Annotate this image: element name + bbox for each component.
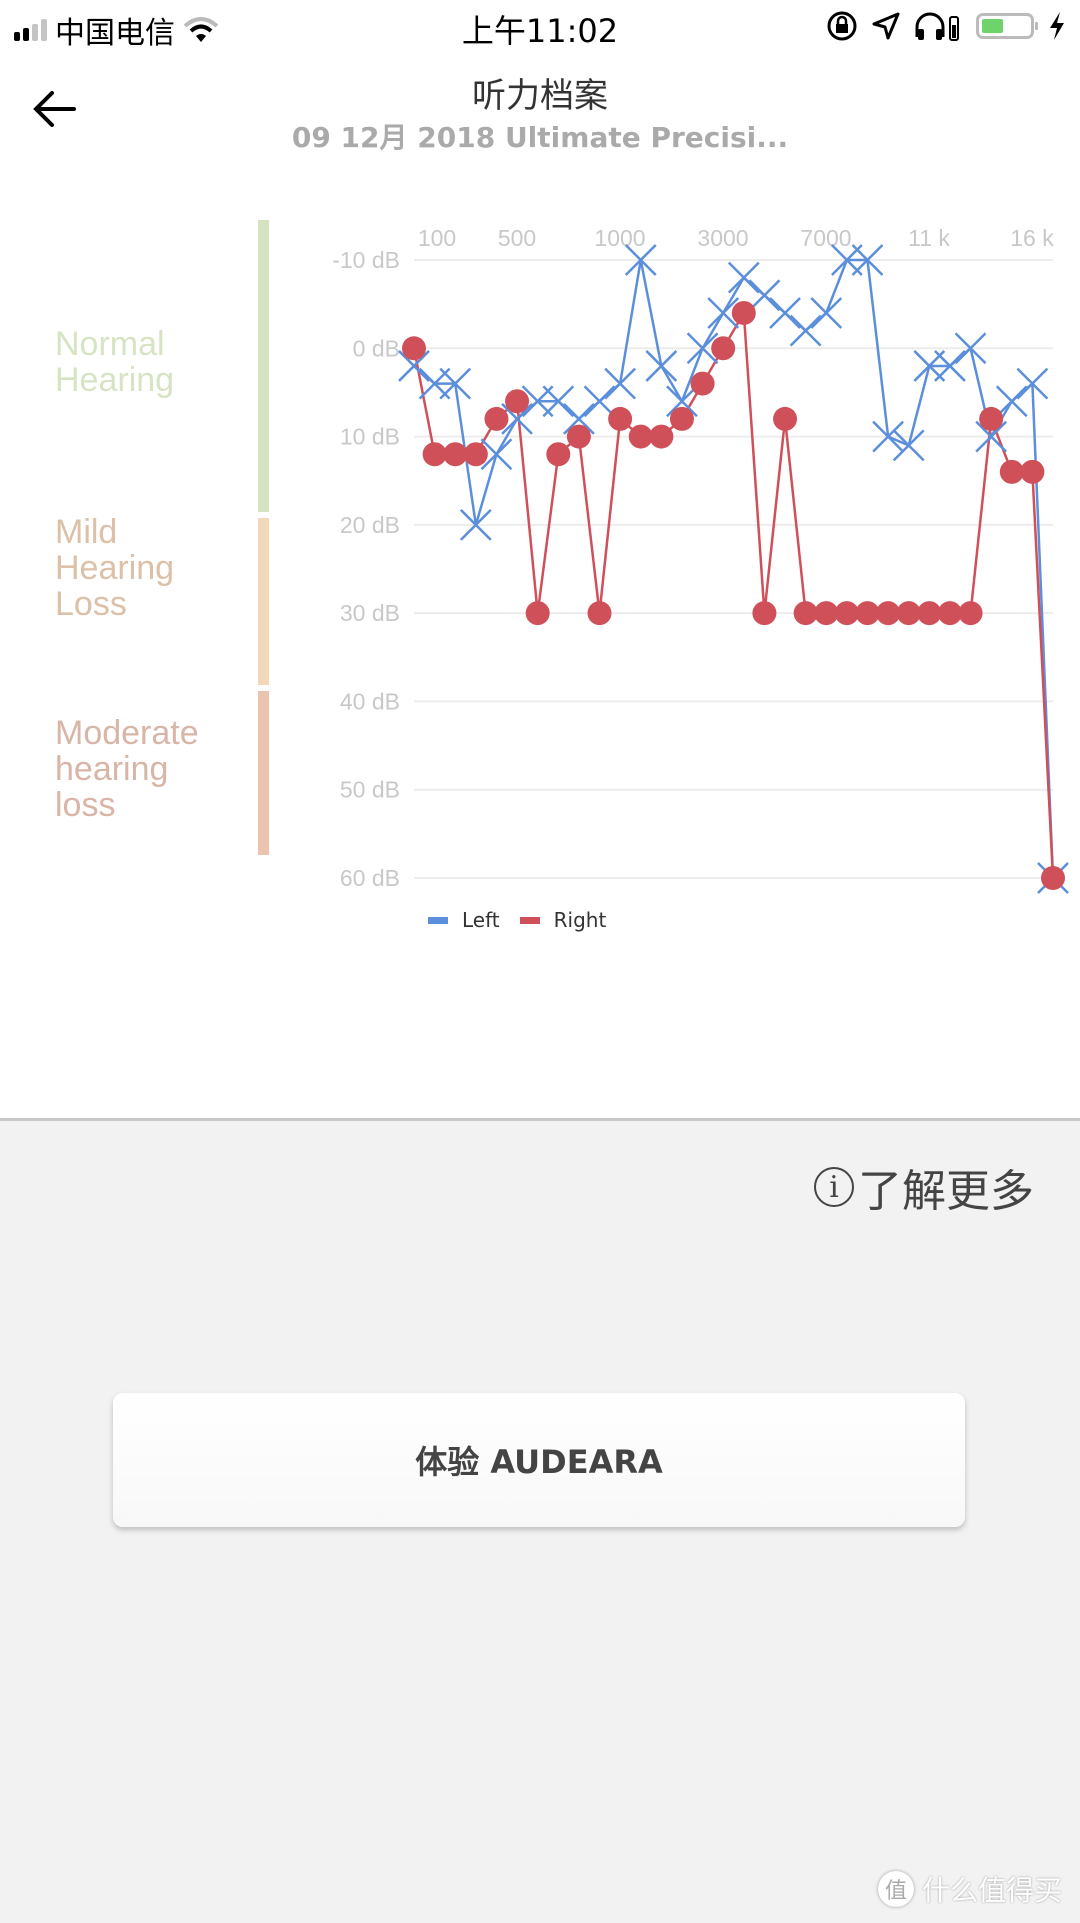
data-point-right bbox=[587, 601, 612, 626]
legend-swatch-left bbox=[428, 916, 448, 924]
data-point-right bbox=[999, 459, 1024, 484]
try-audeara-button[interactable]: 体验 AUDEARA bbox=[113, 1393, 965, 1527]
y-tick-label: 10 dB bbox=[340, 424, 400, 450]
data-point-right bbox=[876, 601, 901, 626]
legend-swatch-right bbox=[519, 916, 540, 924]
chart-legend: Left Right bbox=[428, 908, 626, 932]
data-point-right bbox=[937, 601, 962, 626]
data-point-left bbox=[789, 314, 822, 347]
data-point-right bbox=[525, 601, 550, 626]
watermark-logo-icon: 值 bbox=[877, 1871, 914, 1907]
bottom-panel: i 了解更多 体验 AUDEARA 值 什么值得买 bbox=[0, 1118, 1080, 1923]
data-point-left bbox=[583, 385, 616, 418]
watermark: 值 什么值得买 bbox=[877, 1869, 1062, 1909]
learn-more-link[interactable]: i 了解更多 bbox=[814, 1155, 1034, 1219]
data-point-right bbox=[731, 300, 756, 325]
audiogram-chart: -10 dB 0 dB 10 dB 20 dB 30 dB 40 dB 50 dB 60 dB… bbox=[332, 225, 1069, 894]
watermark-text: 什么值得买 bbox=[921, 1874, 1062, 1907]
data-point-right bbox=[505, 389, 530, 414]
data-point-right bbox=[855, 601, 880, 626]
data-point-right bbox=[463, 442, 488, 467]
data-point-right bbox=[546, 442, 571, 467]
data-point-left bbox=[769, 297, 801, 329]
data-point-left bbox=[748, 279, 781, 312]
y-tick-label: 30 dB bbox=[340, 600, 400, 626]
data-point-left bbox=[810, 297, 843, 329]
data-point-right bbox=[608, 406, 633, 431]
y-tick-label: -10 dB bbox=[332, 247, 400, 273]
y-tick-label: 60 dB bbox=[340, 865, 400, 891]
x-tick-label: 100 bbox=[418, 225, 456, 251]
data-point-right bbox=[896, 601, 921, 626]
data-point-left bbox=[995, 385, 1028, 418]
data-point-right bbox=[484, 406, 509, 431]
x-tick-label: 500 bbox=[498, 225, 536, 251]
legend-label-right: Right bbox=[553, 908, 607, 932]
data-point-right bbox=[1020, 459, 1045, 484]
data-point-right bbox=[979, 406, 1004, 431]
data-point-right bbox=[773, 406, 798, 431]
data-point-right bbox=[649, 424, 674, 449]
data-point-left bbox=[645, 350, 678, 382]
y-tick-label: 20 dB bbox=[340, 512, 400, 538]
data-point-right bbox=[711, 336, 736, 361]
x-tick-label: 16 k bbox=[1010, 225, 1054, 251]
y-tick-label: 50 dB bbox=[340, 777, 400, 803]
x-tick-label: 11 k bbox=[908, 225, 950, 251]
data-point-right bbox=[669, 406, 694, 431]
data-point-right bbox=[402, 336, 426, 361]
data-point-right bbox=[917, 601, 942, 626]
x-tick-label: 3000 bbox=[697, 225, 748, 251]
data-point-left bbox=[727, 261, 760, 294]
data-point-right bbox=[443, 442, 468, 467]
data-point-right bbox=[566, 424, 591, 449]
x-tick-label: 7000 bbox=[800, 225, 851, 251]
data-point-right bbox=[628, 424, 653, 449]
learn-more-label: 了解更多 bbox=[858, 1166, 1034, 1217]
legend-label-left: Left bbox=[462, 908, 500, 932]
data-point-right bbox=[958, 601, 983, 626]
data-point-right bbox=[834, 601, 859, 626]
info-icon: i bbox=[814, 1167, 854, 1207]
data-point-right bbox=[1041, 866, 1065, 890]
data-point-left bbox=[604, 367, 637, 400]
y-tick-label: 40 dB bbox=[340, 688, 400, 714]
data-point-right bbox=[690, 371, 715, 396]
data-point-right bbox=[752, 601, 777, 626]
data-point-right bbox=[422, 442, 447, 467]
data-point-right bbox=[793, 601, 818, 626]
x-tick-label: 1000 bbox=[594, 225, 645, 251]
y-tick-label: 0 dB bbox=[353, 335, 400, 361]
data-point-right bbox=[814, 601, 839, 626]
